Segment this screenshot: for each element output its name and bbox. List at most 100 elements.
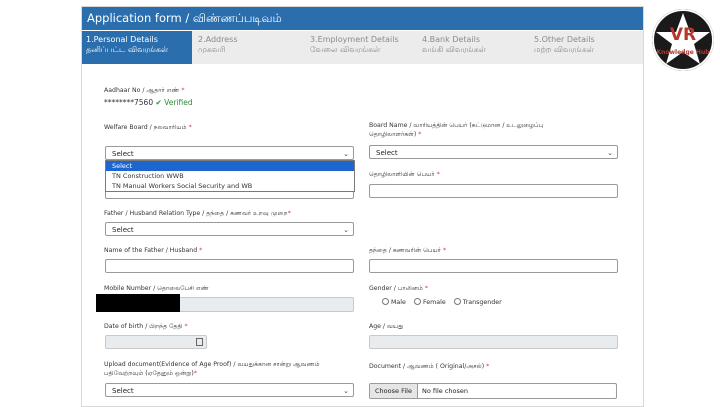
age-label-text: Age / வயது	[369, 323, 404, 330]
tab-label: 4.Bank Details	[422, 35, 481, 44]
tab-personal-details[interactable]: 1.Personal Details தனிப்பட்ட விவரங்கள்	[82, 31, 192, 64]
upload-doc-label-line2: பதிவேற்றவும் (ஏதேனும் ஒன்று)	[104, 370, 194, 377]
aadhaar-number: ********7560	[104, 98, 154, 107]
mobile-label-text: Mobile Number / தொலைபேசி எண்	[104, 285, 209, 292]
dropdown-option[interactable]: Select	[106, 161, 354, 171]
welfare-board-select[interactable]: Select ⌄	[105, 146, 354, 160]
tab-label: 1.Personal Details	[86, 35, 158, 44]
radio-circle-icon[interactable]	[453, 298, 461, 305]
father-name-tamil-label-text: தந்தை / கணவரின் பெயர்	[369, 247, 442, 254]
relation-type-label-text: Father / Husband Relation Type / தந்தை /…	[104, 210, 288, 217]
father-name-input[interactable]	[105, 259, 354, 273]
select-value: Select	[376, 149, 398, 157]
tab-label-tamil: தனிப்பட்ட விவரங்கள்	[86, 45, 169, 54]
star-logo-icon: VR Knowledge Hub	[652, 9, 714, 71]
tab-address[interactable]: 2.Address முகவரி	[194, 31, 304, 64]
required-mark: *	[193, 370, 197, 377]
tab-label: 2.Address	[198, 35, 238, 44]
relation-type-label: Father / Husband Relation Type / தந்தை /…	[104, 209, 291, 218]
required-mark: *	[443, 247, 447, 254]
tab-label-tamil: முகவரி	[198, 45, 226, 54]
upload-doc-label: Upload document(Evidence of Age Proof) /…	[104, 360, 320, 378]
gender-option-male[interactable]: Male	[382, 298, 406, 306]
upload-doc-select[interactable]: Select ⌄	[105, 383, 354, 397]
tab-employment-details[interactable]: 3.Employment Details வேலை விவரங்கள்	[306, 31, 416, 64]
required-mark: *	[287, 210, 291, 217]
relation-type-select[interactable]: Select ⌄	[105, 222, 354, 236]
logo-subtitle: Knowledge Hub	[656, 49, 710, 56]
verified-badge: ✔ Verified	[155, 98, 193, 107]
required-mark: *	[436, 171, 440, 178]
required-mark: *	[424, 285, 429, 292]
required-mark: *	[184, 323, 188, 330]
worker-name-input[interactable]	[369, 184, 618, 198]
tab-label-tamil: வங்கி விவரங்கள்	[422, 45, 486, 54]
select-value: Select	[112, 387, 134, 395]
aadhaar-label-text: Aadhaar No / ஆதார் எண்	[104, 87, 180, 94]
dob-input[interactable]	[105, 335, 207, 349]
tab-label-tamil: மற்ற விவரங்கள்	[534, 45, 595, 54]
aadhaar-label: Aadhaar No / ஆதார் எண் *	[104, 86, 184, 95]
required-mark: *	[486, 363, 490, 370]
vr-knowledge-hub-logo: VR Knowledge Hub	[652, 9, 714, 71]
welfare-board-label: Welfare Board / நலவாரியம் *	[104, 123, 192, 132]
redaction-box	[96, 294, 180, 312]
radio-label: Male	[391, 299, 406, 306]
required-mark: *	[418, 131, 422, 138]
father-name-tamil-input[interactable]	[369, 259, 618, 273]
required-mark: *	[188, 124, 192, 131]
father-name-tamil-label: தந்தை / கணவரின் பெயர் *	[369, 246, 446, 255]
welfare-board-label-text: Welfare Board / நலவாரியம்	[104, 124, 187, 131]
board-name-label-line2: தொழிலாளர்கள்)	[369, 131, 417, 138]
chevron-down-icon: ⌄	[343, 226, 349, 234]
tab-label: 3.Employment Details	[310, 35, 399, 44]
chevron-down-icon: ⌄	[343, 387, 349, 395]
document-file-input[interactable]: Choose File No file chosen	[369, 383, 617, 399]
upload-doc-label-line1: Upload document(Evidence of Age Proof) /…	[104, 361, 320, 368]
required-mark: *	[181, 87, 185, 94]
tab-other-details[interactable]: 5.Other Details மற்ற விவரங்கள்	[530, 31, 643, 64]
logo-letters: VR	[670, 25, 696, 45]
radio-label: Transgender	[462, 299, 502, 306]
dob-label-text: Date of birth / பிறந்த தேதி	[104, 323, 183, 330]
form-tabs: 1.Personal Details தனிப்பட்ட விவரங்கள் 2…	[82, 31, 643, 64]
document-label-text: Document / ஆவணம் ( Original/அசல்)	[369, 363, 485, 370]
radio-circle-icon[interactable]	[382, 298, 389, 305]
required-mark: *	[199, 247, 203, 254]
dropdown-option[interactable]: TN Manual Workers Social Security and WB	[106, 181, 354, 191]
dob-label: Date of birth / பிறந்த தேதி *	[104, 322, 188, 331]
board-name-label-line2-row: தொழிலாளர்கள்) *	[369, 130, 543, 139]
gender-label: Gender / பாலினம் *	[369, 284, 428, 293]
worker-name-label: தொழிலாளியின் பெயர் *	[369, 170, 440, 179]
select-value: Select	[112, 226, 134, 234]
gender-radio-group: Male Female Transgender	[382, 298, 508, 306]
mobile-label: Mobile Number / தொலைபேசி எண்	[104, 284, 209, 293]
calendar-icon[interactable]	[196, 338, 203, 346]
aadhaar-value-row: ********7560 ✔ Verified	[104, 98, 193, 107]
welfare-board-dropdown: Select TN Construction WWB TN Manual Wor…	[105, 160, 355, 192]
select-value: Select	[112, 150, 134, 158]
chevron-down-icon: ⌄	[607, 149, 613, 157]
board-name-label-line1: Board Name / வாரியத்தின் பெயர் (கட்டுமான…	[369, 122, 544, 129]
board-name-select[interactable]: Select ⌄	[369, 145, 618, 159]
chevron-down-icon: ⌄	[343, 150, 349, 158]
gender-option-female[interactable]: Female	[413, 298, 446, 306]
tab-label-tamil: வேலை விவரங்கள்	[310, 45, 381, 54]
radio-label: Female	[422, 299, 446, 306]
father-name-label-text: Name of the Father / Husband	[104, 247, 198, 254]
age-input	[369, 335, 618, 349]
tab-label: 5.Other Details	[534, 35, 595, 44]
age-label: Age / வயது	[369, 322, 404, 331]
worker-name-label-text: தொழிலாளியின் பெயர்	[369, 171, 435, 178]
radio-circle-icon[interactable]	[413, 298, 421, 305]
gender-label-text: Gender / பாலினம்	[369, 285, 423, 292]
gender-option-transgender[interactable]: Transgender	[453, 298, 502, 306]
form-title: Application form / விண்ணப்படிவம்	[82, 7, 643, 30]
choose-file-button[interactable]: Choose File	[370, 384, 418, 398]
dropdown-option[interactable]: TN Construction WWB	[106, 171, 354, 181]
file-status: No file chosen	[421, 387, 468, 395]
tab-bank-details[interactable]: 4.Bank Details வங்கி விவரங்கள்	[418, 31, 528, 64]
upload-doc-label-line2-row: பதிவேற்றவும் (ஏதேனும் ஒன்று)*	[104, 369, 320, 378]
board-name-label: Board Name / வாரியத்தின் பெயர் (கட்டுமான…	[369, 121, 543, 139]
document-label: Document / ஆவணம் ( Original/அசல்) *	[369, 362, 489, 371]
